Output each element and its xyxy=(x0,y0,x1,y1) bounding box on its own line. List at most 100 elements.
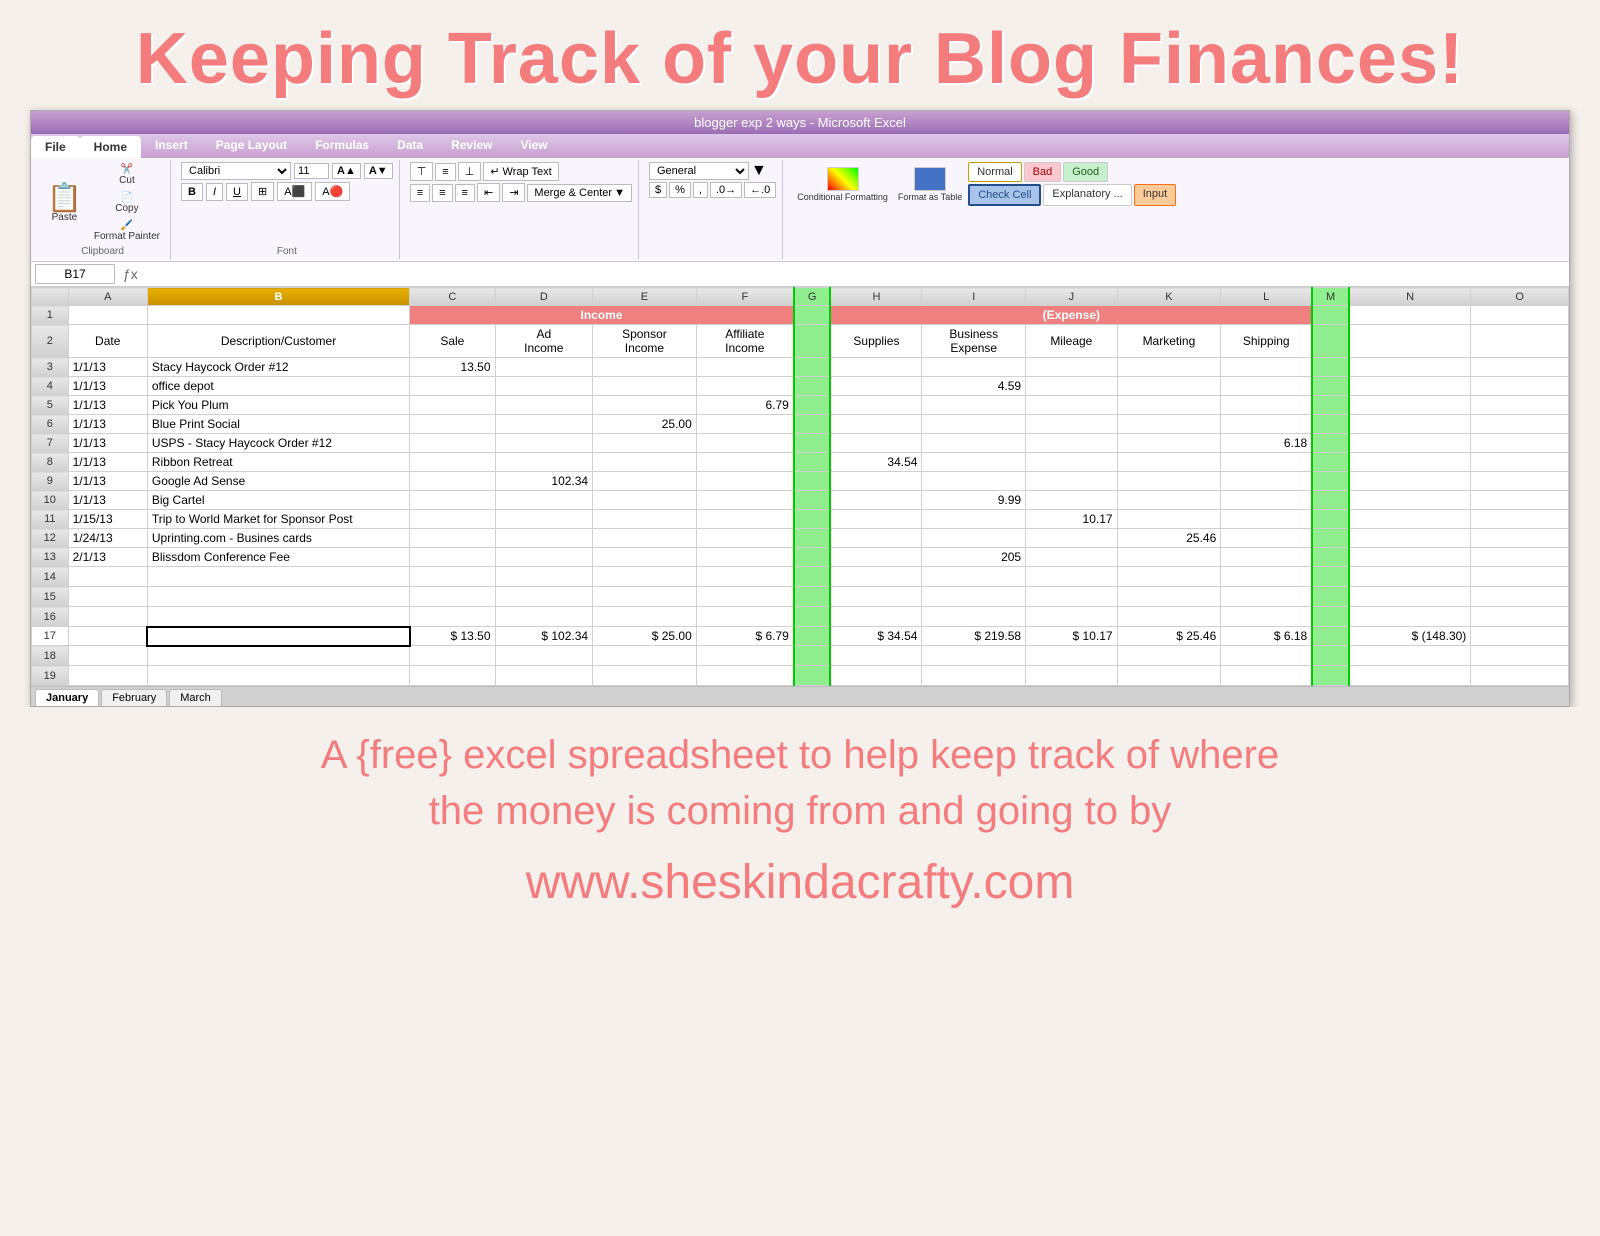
cell-l10[interactable] xyxy=(1221,491,1312,510)
cell-i18[interactable] xyxy=(922,646,1026,666)
cell-n15[interactable] xyxy=(1349,587,1471,607)
cell-g17[interactable] xyxy=(794,627,831,646)
cell-h10[interactable] xyxy=(830,491,921,510)
align-left-button[interactable]: ≡ xyxy=(410,184,430,202)
cell-e12[interactable] xyxy=(593,529,697,548)
cell-l15[interactable] xyxy=(1221,587,1312,607)
cell-n18[interactable] xyxy=(1349,646,1471,666)
cell-m12[interactable] xyxy=(1312,529,1349,548)
cell-g1[interactable] xyxy=(794,306,831,325)
cell-a12[interactable]: 1/24/13 xyxy=(68,529,147,548)
cell-f14[interactable] xyxy=(696,567,794,587)
cell-i19[interactable] xyxy=(922,666,1026,686)
cell-i11[interactable] xyxy=(922,510,1026,529)
cell-g15[interactable] xyxy=(794,587,831,607)
style-bad[interactable]: Bad xyxy=(1024,162,1062,182)
cell-a17[interactable] xyxy=(68,627,147,646)
cell-c5[interactable] xyxy=(410,396,495,415)
cell-j2[interactable]: Mileage xyxy=(1026,325,1117,358)
col-a-header[interactable]: A xyxy=(68,288,147,306)
cell-f18[interactable] xyxy=(696,646,794,666)
cell-o1[interactable] xyxy=(1471,306,1569,325)
underline-button[interactable]: U xyxy=(226,183,248,201)
cell-f13[interactable] xyxy=(696,548,794,567)
cell-h17[interactable]: $ 34.54 xyxy=(830,627,921,646)
cell-i5[interactable] xyxy=(922,396,1026,415)
cell-j16[interactable] xyxy=(1026,607,1117,627)
cell-k4[interactable] xyxy=(1117,377,1221,396)
cell-b8[interactable]: Ribbon Retreat xyxy=(147,453,409,472)
cell-o16[interactable] xyxy=(1471,607,1569,627)
merge-center-button[interactable]: Merge & Center ▼ xyxy=(527,184,632,202)
tab-file[interactable]: File xyxy=(31,136,80,158)
cell-h6[interactable] xyxy=(830,415,921,434)
cell-g9[interactable] xyxy=(794,472,831,491)
cell-j6[interactable] xyxy=(1026,415,1117,434)
font-size-input[interactable] xyxy=(294,163,329,179)
cell-g6[interactable] xyxy=(794,415,831,434)
cell-d3[interactable] xyxy=(495,358,593,377)
cell-g10[interactable] xyxy=(794,491,831,510)
cell-o10[interactable] xyxy=(1471,491,1569,510)
cell-m15[interactable] xyxy=(1312,587,1349,607)
cell-l4[interactable] xyxy=(1221,377,1312,396)
cell-b3[interactable]: Stacy Haycock Order #12 xyxy=(147,358,409,377)
cell-o6[interactable] xyxy=(1471,415,1569,434)
cell-n16[interactable] xyxy=(1349,607,1471,627)
cell-o19[interactable] xyxy=(1471,666,1569,686)
col-n-header[interactable]: N xyxy=(1349,288,1471,306)
cell-l12[interactable] xyxy=(1221,529,1312,548)
cell-h18[interactable] xyxy=(830,646,921,666)
cell-l17[interactable]: $ 6.18 xyxy=(1221,627,1312,646)
cell-m11[interactable] xyxy=(1312,510,1349,529)
cell-e4[interactable] xyxy=(593,377,697,396)
bold-button[interactable]: B xyxy=(181,183,203,201)
cell-b7[interactable]: USPS - Stacy Haycock Order #12 xyxy=(147,434,409,453)
cell-f15[interactable] xyxy=(696,587,794,607)
cell-e6[interactable]: 25.00 xyxy=(593,415,697,434)
cell-h8[interactable]: 34.54 xyxy=(830,453,921,472)
cell-d14[interactable] xyxy=(495,567,593,587)
cell-o12[interactable] xyxy=(1471,529,1569,548)
cell-e17[interactable]: $ 25.00 xyxy=(593,627,697,646)
cell-c10[interactable] xyxy=(410,491,495,510)
cell-i13[interactable]: 205 xyxy=(922,548,1026,567)
cell-k8[interactable] xyxy=(1117,453,1221,472)
cell-k5[interactable] xyxy=(1117,396,1221,415)
cell-h16[interactable] xyxy=(830,607,921,627)
cell-o4[interactable] xyxy=(1471,377,1569,396)
cell-d16[interactable] xyxy=(495,607,593,627)
cell-f6[interactable] xyxy=(696,415,794,434)
cell-i12[interactable] xyxy=(922,529,1026,548)
style-normal[interactable]: Normal xyxy=(968,162,1021,182)
align-center-button[interactable]: ≡ xyxy=(432,184,452,202)
cell-k6[interactable] xyxy=(1117,415,1221,434)
cell-j18[interactable] xyxy=(1026,646,1117,666)
col-o-header[interactable]: O xyxy=(1471,288,1569,306)
cell-i15[interactable] xyxy=(922,587,1026,607)
cell-b6[interactable]: Blue Print Social xyxy=(147,415,409,434)
col-f-header[interactable]: F xyxy=(696,288,794,306)
cell-j11[interactable]: 10.17 xyxy=(1026,510,1117,529)
col-k-header[interactable]: K xyxy=(1117,288,1221,306)
fill-color-button[interactable]: A⬛ xyxy=(277,182,312,201)
cell-n4[interactable] xyxy=(1349,377,1471,396)
cell-o3[interactable] xyxy=(1471,358,1569,377)
cell-j14[interactable] xyxy=(1026,567,1117,587)
format-as-table-button[interactable]: Format as Table xyxy=(894,165,966,204)
cell-a2[interactable]: Date xyxy=(68,325,147,358)
cell-o2[interactable] xyxy=(1471,325,1569,358)
cell-m18[interactable] xyxy=(1312,646,1349,666)
cell-o9[interactable] xyxy=(1471,472,1569,491)
conditional-formatting-button[interactable]: Conditional Formatting xyxy=(793,165,892,204)
cell-a18[interactable] xyxy=(68,646,147,666)
style-explanatory[interactable]: Explanatory ... xyxy=(1043,184,1131,206)
cell-g3[interactable] xyxy=(794,358,831,377)
cell-c11[interactable] xyxy=(410,510,495,529)
cell-i8[interactable] xyxy=(922,453,1026,472)
cell-g8[interactable] xyxy=(794,453,831,472)
cell-j3[interactable] xyxy=(1026,358,1117,377)
cell-k17[interactable]: $ 25.46 xyxy=(1117,627,1221,646)
cell-j19[interactable] xyxy=(1026,666,1117,686)
align-middle-button[interactable]: ≡ xyxy=(435,163,455,181)
